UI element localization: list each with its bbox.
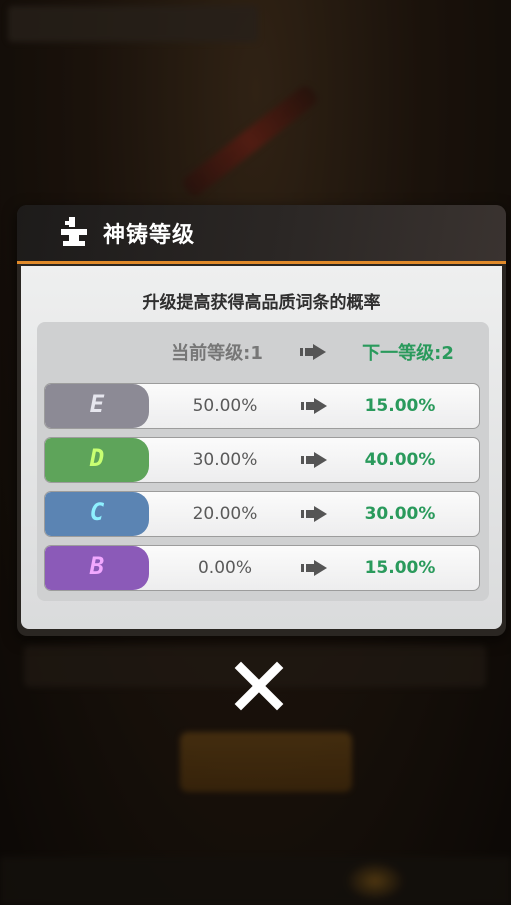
- grade-row-c: C 20.00% 30.00%: [44, 491, 480, 537]
- grade-badge: E: [45, 384, 149, 428]
- next-level-label: 下一等级:2: [362, 343, 454, 364]
- arrow-right-icon: [300, 344, 326, 360]
- probability-table: 当前等级:1 下一等级:2 E 50.00% 15.00% D 30.00% 4…: [37, 322, 489, 601]
- grade-row-e: E 50.00% 15.00%: [44, 383, 480, 429]
- current-probability: 0.00%: [197, 558, 252, 578]
- current-probability: 20.00%: [192, 504, 258, 524]
- anvil-icon: [61, 217, 87, 246]
- current-level-label: 当前等级:1: [171, 343, 263, 364]
- next-probability: 40.00%: [364, 450, 436, 470]
- grade-badge: D: [45, 438, 149, 482]
- next-probability: 15.00%: [364, 396, 436, 416]
- grade-badge: B: [45, 546, 149, 590]
- grade-letter: C: [89, 498, 105, 526]
- next-probability: 15.00%: [364, 558, 436, 578]
- grade-row-d: D 30.00% 40.00%: [44, 437, 480, 483]
- grade-letter: B: [89, 552, 105, 580]
- forge-level-dialog: 神铸等级 升级提高获得高品质词条的概率 当前等级:1 下一等级:2 E 50.0…: [17, 205, 506, 636]
- dialog-subtitle: 升级提高获得高品质词条的概率: [142, 293, 381, 313]
- grade-letter: D: [89, 444, 105, 472]
- dialog-header: 神铸等级: [17, 205, 506, 264]
- arrow-right-icon: [301, 398, 327, 414]
- current-probability: 50.00%: [192, 396, 258, 416]
- dialog-body: 升级提高获得高品质词条的概率 当前等级:1 下一等级:2 E 50.00% 15…: [21, 266, 502, 629]
- arrow-right-icon: [301, 452, 327, 468]
- grade-letter: E: [89, 390, 105, 418]
- close-icon[interactable]: [231, 660, 287, 712]
- next-probability: 30.00%: [364, 504, 436, 524]
- arrow-right-icon: [301, 560, 327, 576]
- grade-badge: C: [45, 492, 149, 536]
- current-probability: 30.00%: [192, 450, 258, 470]
- grade-row-b: B 0.00% 15.00%: [44, 545, 480, 591]
- game-screen: 神铸等级 升级提高获得高品质词条的概率 当前等级:1 下一等级:2 E 50.0…: [0, 0, 511, 905]
- dialog-title: 神铸等级: [103, 223, 196, 248]
- arrow-right-icon: [301, 506, 327, 522]
